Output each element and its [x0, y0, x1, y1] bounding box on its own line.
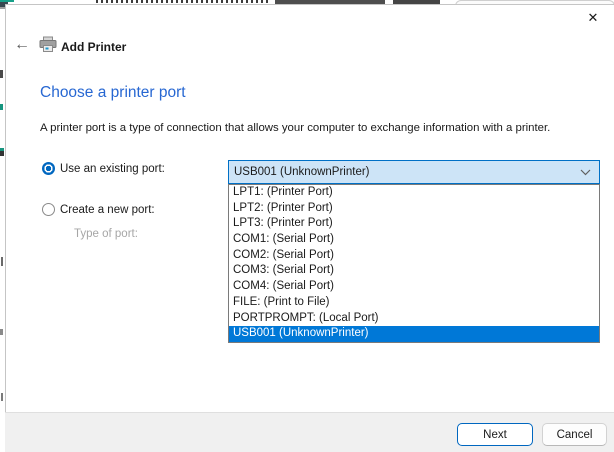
background-window-edge-fragment	[0, 104, 3, 110]
printer-icon	[39, 36, 57, 53]
dropdown-option[interactable]: COM3: (Serial Port)	[229, 263, 599, 279]
dropdown-option[interactable]: USB001 (UnknownPrinter)	[229, 326, 599, 342]
dropdown-option[interactable]: PORTPROMPT: (Local Port)	[229, 311, 599, 327]
next-button[interactable]: Next	[457, 423, 533, 446]
page-title: Choose a printer port	[40, 84, 186, 102]
port-combobox-value: USB001 (UnknownPrinter)	[229, 166, 580, 178]
close-button[interactable]: ✕	[580, 6, 606, 30]
background-window-edge-fragment	[0, 151, 4, 156]
dropdown-option[interactable]: LPT1: (Printer Port)	[229, 185, 599, 201]
background-window-edge-fragment	[0, 329, 3, 335]
background-window-edge-fragment	[0, 70, 3, 78]
radio-use-existing-port-label[interactable]: Use an existing port:	[60, 163, 165, 176]
dropdown-option[interactable]: FILE: (Print to File)	[229, 295, 599, 311]
background-window-clipped-text	[96, 0, 271, 3]
cancel-button[interactable]: Cancel	[542, 423, 607, 446]
dropdown-option[interactable]: LPT2: (Printer Port)	[229, 201, 599, 217]
radio-use-existing-port[interactable]	[42, 162, 55, 175]
background-window-edge-fragment	[1, 257, 3, 266]
dropdown-option[interactable]: COM1: (Serial Port)	[229, 232, 599, 248]
port-combobox[interactable]: USB001 (UnknownPrinter)	[228, 160, 600, 184]
dropdown-option[interactable]: COM4: (Serial Port)	[229, 279, 599, 295]
page-description: A printer port is a type of connection t…	[40, 122, 550, 134]
dropdown-option[interactable]: LPT3: (Printer Port)	[229, 216, 599, 232]
background-window-edge-fragment	[1, 393, 3, 401]
radio-create-new-port[interactable]	[42, 203, 55, 216]
dropdown-option[interactable]: COM2: (Serial Port)	[229, 248, 599, 264]
chevron-down-icon	[580, 169, 599, 176]
screenshot-stage: ✕ ← Add Printer Choose a printer port A …	[0, 0, 614, 452]
radio-create-new-port-label[interactable]: Create a new port:	[60, 204, 155, 217]
back-button[interactable]: ←	[12, 36, 32, 54]
wizard-header-title: Add Printer	[61, 40, 126, 54]
close-icon: ✕	[588, 10, 599, 26]
type-of-port-label: Type of port:	[74, 228, 138, 240]
port-dropdown-list: LPT1: (Printer Port)LPT2: (Printer Port)…	[228, 184, 600, 343]
